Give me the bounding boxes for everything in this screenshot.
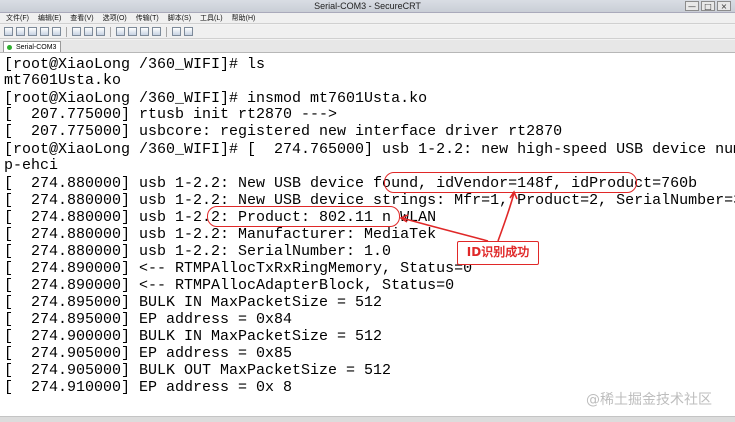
terminal-line: [ 274.890000] <-- RTMPAllocAdapterBlock,… (4, 277, 455, 294)
tab-serial-com3[interactable]: Serial-COM3 (3, 41, 62, 52)
connected-status-icon (7, 45, 12, 50)
terminal-line: [ 207.775000] rtusb init rt2870 ---> (4, 106, 338, 123)
menu-options[interactable]: 选项(O) (103, 13, 127, 23)
terminal-output[interactable]: [root@XiaoLong /360_WIFI]# ls mt7601Usta… (0, 53, 735, 422)
connect-tab-icon[interactable] (28, 27, 37, 36)
menu-bar: 文件(F) 编辑(E) 查看(V) 选项(O) 传输(T) 脚本(S) 工具(L… (0, 13, 735, 24)
id-recognized-note: ID识别成功 (457, 241, 539, 265)
terminal-line: [root@XiaoLong /360_WIFI]# ls (4, 56, 266, 73)
minimize-button[interactable]: — (685, 1, 699, 11)
terminal-line: [ 274.905000] EP address = 0x85 (4, 345, 293, 362)
paste-icon[interactable] (84, 27, 93, 36)
global-options-icon[interactable] (140, 27, 149, 36)
menu-edit[interactable]: 编辑(E) (38, 13, 61, 23)
toolbar-separator (166, 26, 167, 37)
terminal-line: [ 274.900000] BULK IN MaxPacketSize = 51… (4, 328, 383, 345)
terminal-line: p-ehci (4, 157, 59, 174)
tab-label: Serial-COM3 (16, 44, 57, 51)
keymap-icon[interactable] (172, 27, 181, 36)
menu-transfer[interactable]: 传输(T) (136, 13, 159, 23)
terminal-line: [ 274.880000] usb 1-2.2: SerialNumber: 1… (4, 243, 392, 260)
print-icon[interactable] (116, 27, 125, 36)
quick-connect-icon[interactable] (16, 27, 25, 36)
status-bar (0, 416, 735, 422)
session-tab-bar: Serial-COM3 (0, 40, 735, 53)
terminal-line: [ 207.775000] usbcore: registered new in… (4, 123, 563, 140)
close-button[interactable]: × (717, 1, 731, 11)
copy-icon[interactable] (72, 27, 81, 36)
terminal-line: [ 274.895000] EP address = 0x84 (4, 311, 293, 328)
terminal-line: [ 274.905000] BULK OUT MaxPacketSize = 5… (4, 362, 392, 379)
product-name-highlight (207, 206, 400, 227)
juejin-watermark: @稀土掘金技术社区 (586, 392, 712, 408)
menu-script[interactable]: 脚本(S) (168, 13, 191, 23)
menu-file[interactable]: 文件(F) (6, 13, 29, 23)
session-options-icon[interactable] (128, 27, 137, 36)
toolbar-separator (66, 26, 67, 37)
id-recognized-label: ID识别成功 (466, 245, 530, 259)
terminal-line: [root@XiaoLong /360_WIFI]# insmod mt7601… (4, 90, 428, 107)
vendor-product-id-highlight (384, 172, 637, 193)
reconnect-icon[interactable] (40, 27, 49, 36)
terminal-line: [ 274.880000] usb 1-2.2: Manufacturer: M… (4, 226, 437, 243)
terminal-line: mt7601Usta.ko (4, 72, 122, 89)
window-title: Serial-COM3 - SecureCRT (314, 1, 421, 11)
terminal-line: [ 274.895000] BULK IN MaxPacketSize = 51… (4, 294, 383, 311)
terminal-line: [ 274.890000] <-- RTMPAllocTxRxRingMemor… (4, 260, 473, 277)
window-controls: — □ × (685, 1, 731, 11)
find-icon[interactable] (96, 27, 105, 36)
title-bar: Serial-COM3 - SecureCRT — □ × (0, 0, 735, 13)
terminal-line: [ 274.910000] EP address = 0x 8 (4, 379, 293, 396)
menu-help[interactable]: 帮助(H) (232, 13, 256, 23)
sftp-icon[interactable] (152, 27, 161, 36)
menu-view[interactable]: 查看(V) (70, 13, 93, 23)
toolbar-separator (110, 26, 111, 37)
terminal-line: [root@XiaoLong /360_WIFI]# [ 274.765000]… (4, 141, 735, 158)
connect-icon[interactable] (4, 27, 13, 36)
help-icon[interactable] (184, 27, 193, 36)
disconnect-icon[interactable] (52, 27, 61, 36)
maximize-button[interactable]: □ (701, 1, 715, 11)
securecrt-window: Serial-COM3 - SecureCRT — □ × 文件(F) 编辑(E… (0, 0, 735, 422)
toolbar (0, 25, 735, 39)
menu-tools[interactable]: 工具(L) (200, 13, 223, 23)
